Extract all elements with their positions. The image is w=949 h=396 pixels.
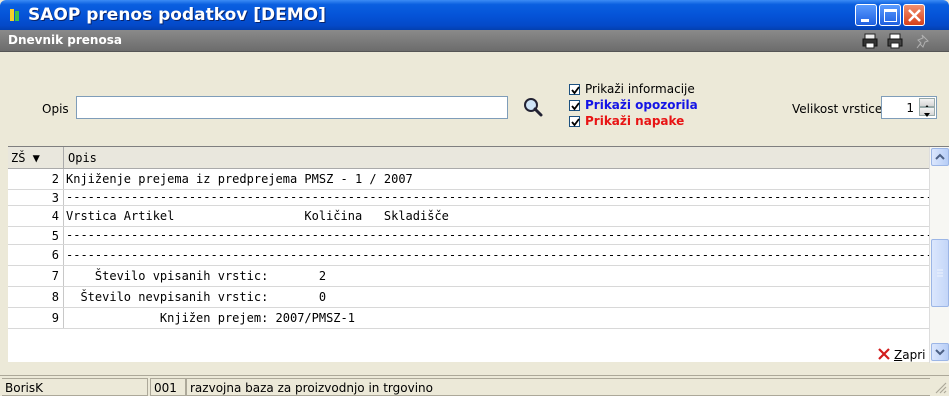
table-row[interactable]: 4 Vrstica Artikel Količina Skladišče (8, 206, 929, 227)
resize-grip-icon[interactable] (935, 382, 947, 394)
chevron-up-icon (935, 153, 945, 160)
grid-rows: 2 Knjiženje prejema iz predprejema PMSZ -… (8, 169, 929, 363)
table-row[interactable]: 9 Knjižen prejem: 2007/PMSZ-1 (8, 308, 929, 329)
panel-title: Dnevnik prenosa (8, 33, 122, 47)
window-title-bar[interactable]: SAOP prenos podatkov [DEMO] (0, 0, 949, 30)
checkbox-box[interactable] (569, 116, 580, 127)
scroll-down-button[interactable] (931, 343, 949, 361)
zapri-button[interactable]: Zapri (877, 345, 933, 367)
table-row[interactable]: 5 ---------------------------------------… (8, 227, 929, 245)
grip-lines-icon (937, 269, 943, 277)
close-icon (908, 9, 921, 22)
spin-up-button[interactable] (919, 98, 935, 109)
minimize-button[interactable] (855, 4, 877, 26)
log-grid[interactable]: ZŠ ▼ Opis 2 Knjiženje prejema iz predprej… (8, 146, 949, 363)
grid-header: ZŠ ▼ Opis (8, 147, 929, 169)
check-icon (571, 86, 580, 95)
status-bar: BorisK 001 razvojna baza za proizvodnjo … (0, 375, 949, 396)
maximize-icon (884, 9, 897, 22)
zapri-label: Zapri (894, 348, 926, 362)
scroll-up-button[interactable] (931, 148, 949, 166)
close-x-icon (878, 348, 890, 360)
close-window-button[interactable] (903, 4, 925, 26)
vertical-scrollbar[interactable] (929, 147, 949, 363)
velikost-label: Velikost vrstice (792, 102, 883, 116)
maximize-button[interactable] (879, 4, 901, 26)
velikost-value: 1 (906, 101, 914, 115)
checkbox-box[interactable] (569, 84, 580, 95)
print-setup-icon[interactable] (862, 33, 878, 49)
check-icon (571, 102, 580, 111)
status-code: 001 (150, 378, 186, 396)
velikost-stepper[interactable]: 1 (881, 96, 937, 119)
print-icon[interactable] (887, 33, 903, 49)
status-user: BorisK (2, 378, 148, 396)
checkbox-label: Prikaži informacije (585, 82, 695, 96)
opis-input[interactable] (76, 96, 508, 119)
table-row[interactable]: 7 Število vpisanih vrstic: 2 (8, 266, 929, 287)
column-header-opis[interactable]: Opis (68, 151, 97, 165)
scroll-thumb[interactable] (931, 239, 949, 307)
checkbox-label: Prikaži napake (585, 114, 685, 128)
table-row[interactable]: 2 Knjiženje prejema iz predprejema PMSZ -… (8, 169, 929, 190)
app-icon (10, 9, 19, 21)
table-row[interactable]: 8 Število nevpisanih vrstic: 0 (8, 287, 929, 308)
opis-label: Opis (42, 102, 69, 116)
panel-header: Dnevnik prenosa (0, 30, 949, 52)
arrow-down-icon (924, 113, 930, 117)
spin-buttons[interactable] (919, 98, 935, 117)
pin-icon[interactable] (916, 33, 932, 49)
check-icon (571, 118, 580, 127)
checkbox-label: Prikaži opozorila (585, 98, 698, 112)
table-row[interactable]: 3 ---------------------------------------… (8, 190, 929, 206)
status-database: razvojna baza za proizvodnjo in trgovino (186, 378, 930, 396)
column-header-zs[interactable]: ZŠ ▼ (8, 147, 64, 169)
window-title: SAOP prenos podatkov [DEMO] (28, 5, 326, 25)
magnifier-icon[interactable] (522, 96, 544, 118)
spin-down-button[interactable] (919, 107, 935, 117)
table-row[interactable]: 6 ---------------------------------------… (8, 245, 929, 266)
chevron-down-icon (935, 349, 945, 356)
minimize-icon (861, 19, 869, 22)
checkbox-box[interactable] (569, 100, 580, 111)
